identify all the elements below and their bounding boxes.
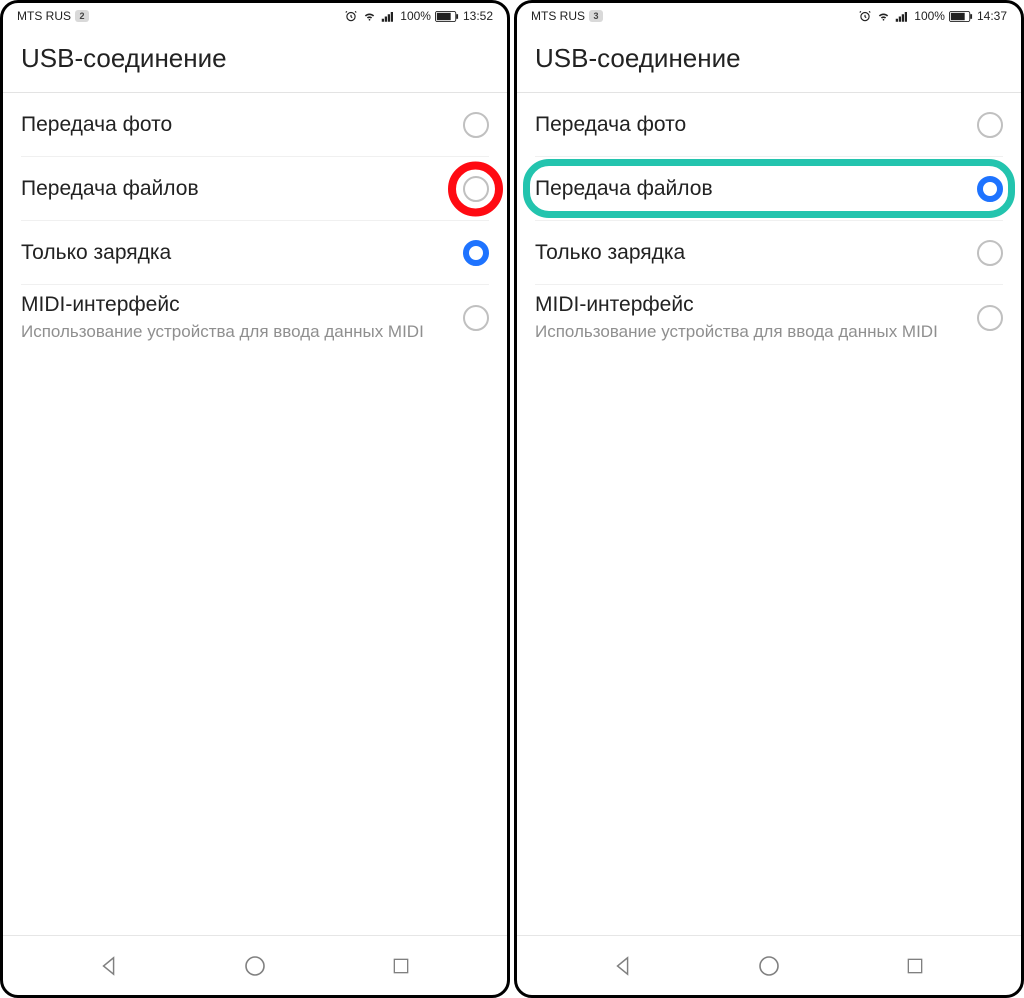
battery-icon: [949, 10, 973, 23]
option-label: Передача фото: [21, 113, 172, 137]
option-label: Передача фото: [535, 113, 686, 137]
option-charge-only[interactable]: Только зарядка: [21, 221, 489, 285]
radio-unselected-icon[interactable]: [463, 112, 489, 138]
alarm-icon: [858, 9, 872, 23]
option-label: Передача файлов: [21, 177, 199, 201]
nav-recents-button[interactable]: [361, 946, 441, 986]
page-title: USB-соединение: [517, 27, 1021, 93]
radio-unselected-icon[interactable]: [463, 305, 489, 331]
wifi-icon: [362, 9, 377, 23]
battery-percent: 100%: [400, 9, 431, 23]
status-left: MTS RUS 2: [17, 9, 89, 23]
battery-percent: 100%: [914, 9, 945, 23]
option-label: MIDI-интерфейс: [21, 293, 424, 317]
option-sub: Использование устройства для ввода данны…: [21, 321, 424, 342]
signal-icon: [381, 10, 396, 23]
option-photo-transfer[interactable]: Передача фото: [535, 93, 1003, 157]
battery-icon: [435, 10, 459, 23]
option-charge-only[interactable]: Только зарядка: [535, 221, 1003, 285]
wifi-icon: [876, 9, 891, 23]
radio-unselected-icon[interactable]: [977, 305, 1003, 331]
clock: 13:52: [463, 9, 493, 23]
option-label: Только зарядка: [535, 241, 685, 265]
options-list: Передача фото Передача файлов Только зар…: [3, 93, 507, 935]
nav-back-button[interactable]: [583, 946, 663, 986]
status-bar: MTS RUS 2 100% 13:52: [3, 3, 507, 27]
option-sub: Использование устройства для ввода данны…: [535, 321, 938, 342]
nav-home-button[interactable]: [215, 946, 295, 986]
carrier-label: MTS RUS: [531, 9, 585, 23]
radio-selected-icon[interactable]: [463, 240, 489, 266]
nav-bar: [3, 935, 507, 995]
sim-badge: 2: [75, 10, 89, 22]
option-midi[interactable]: MIDI-интерфейс Использование устройства …: [535, 285, 1003, 350]
status-left: MTS RUS 3: [531, 9, 603, 23]
phone-left: MTS RUS 2 100% 13:52 USB-соединение Пере…: [0, 0, 510, 998]
nav-back-button[interactable]: [69, 946, 149, 986]
options-list: Передача фото Передача файлов Только зар…: [517, 93, 1021, 935]
alarm-icon: [344, 9, 358, 23]
option-label: MIDI-интерфейс: [535, 293, 938, 317]
nav-bar: [517, 935, 1021, 995]
status-bar: MTS RUS 3 100% 14:37: [517, 3, 1021, 27]
option-photo-transfer[interactable]: Передача фото: [21, 93, 489, 157]
phone-right: MTS RUS 3 100% 14:37 USB-соединение Пере…: [514, 0, 1024, 998]
option-label: Только зарядка: [21, 241, 171, 265]
radio-unselected-icon[interactable]: [977, 112, 1003, 138]
status-right: 100% 13:52: [344, 9, 493, 23]
page-title: USB-соединение: [3, 27, 507, 93]
radio-selected-icon[interactable]: [977, 176, 1003, 202]
nav-home-button[interactable]: [729, 946, 809, 986]
signal-icon: [895, 10, 910, 23]
radio-unselected-icon[interactable]: [463, 176, 489, 202]
clock: 14:37: [977, 9, 1007, 23]
sim-badge: 3: [589, 10, 603, 22]
radio-unselected-icon[interactable]: [977, 240, 1003, 266]
option-file-transfer[interactable]: Передача файлов: [21, 157, 489, 221]
status-right: 100% 14:37: [858, 9, 1007, 23]
option-file-transfer[interactable]: Передача файлов: [535, 157, 1003, 221]
option-midi[interactable]: MIDI-интерфейс Использование устройства …: [21, 285, 489, 350]
nav-recents-button[interactable]: [875, 946, 955, 986]
carrier-label: MTS RUS: [17, 9, 71, 23]
option-label: Передача файлов: [535, 177, 713, 201]
